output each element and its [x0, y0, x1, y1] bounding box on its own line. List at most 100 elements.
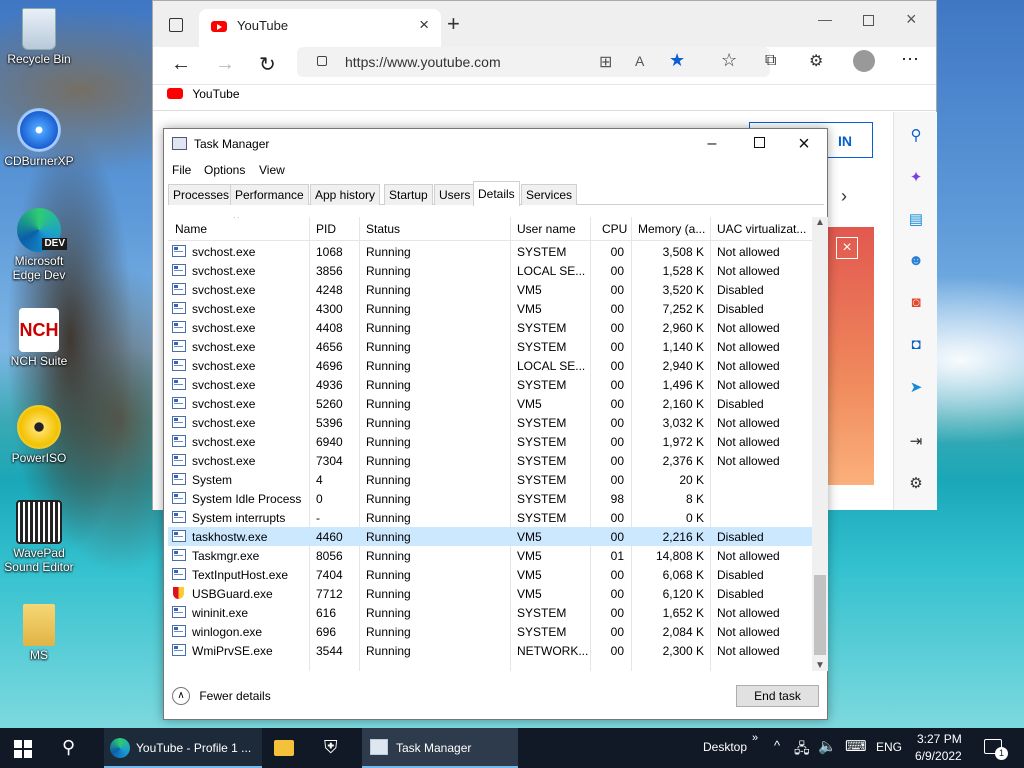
close-button[interactable]: ×: [784, 133, 824, 155]
more-menu-icon[interactable]: ⋯: [901, 49, 919, 70]
discover-icon[interactable]: ✦: [906, 168, 926, 188]
table-row[interactable]: svchost.exe 7304 Running SYSTEM 00 2,376 K Not…: [168, 451, 812, 470]
clock-time[interactable]: 3:27 PM: [917, 732, 962, 746]
toolbar-chevron-icon[interactable]: »: [752, 732, 758, 744]
new-tab-button[interactable]: +: [447, 13, 460, 35]
search-icon[interactable]: ⚲: [62, 737, 75, 758]
tab-users[interactable]: Users: [434, 184, 476, 205]
browser-tab-youtube[interactable]: YouTube ×: [199, 9, 441, 47]
table-row[interactable]: WmiPrvSE.exe 3544 Running NETWORK... 00 2,300…: [168, 641, 812, 660]
column-header-uac[interactable]: UAC virtualizat...: [717, 222, 806, 236]
send-icon[interactable]: ➤: [906, 378, 926, 398]
column-header-status[interactable]: Status: [366, 222, 400, 236]
tab-performance[interactable]: Performance: [230, 184, 309, 205]
bookmark-youtube[interactable]: YouTube: [167, 87, 240, 101]
show-hidden-icons-icon[interactable]: ^: [774, 738, 780, 753]
close-tab-icon[interactable]: ×: [419, 15, 429, 35]
keyboard-icon[interactable]: ⌨: [845, 737, 867, 755]
end-task-button[interactable]: End task: [736, 685, 819, 707]
maximize-icon[interactable]: [863, 15, 874, 26]
table-row[interactable]: System 4 Running SYSTEM 00 20 K: [168, 470, 812, 489]
start-button[interactable]: [14, 740, 32, 758]
column-header-cpu[interactable]: CPU: [602, 222, 627, 236]
menu-file[interactable]: File: [172, 163, 191, 177]
table-row[interactable]: System interrupts - Running SYSTEM 00 0 K: [168, 508, 812, 527]
column-header-pid[interactable]: PID: [316, 222, 336, 236]
profile-avatar[interactable]: [853, 50, 875, 72]
tools-icon[interactable]: ▤: [906, 210, 926, 230]
column-header-memory[interactable]: Memory (a...: [638, 222, 705, 236]
table-row[interactable]: svchost.exe 4936 Running SYSTEM 00 1,496 K Not…: [168, 375, 812, 394]
tab-details[interactable]: Details: [473, 181, 520, 206]
security-shield-icon[interactable]: ⛨: [324, 737, 338, 758]
minimize-button[interactable]: –: [692, 133, 732, 155]
search-icon[interactable]: ⚲: [906, 126, 926, 146]
table-row[interactable]: svchost.exe 4300 Running VM5 00 7,252 K Disabl…: [168, 299, 812, 318]
menu-options[interactable]: Options: [204, 163, 245, 177]
desktop-icon-cdburnerxp[interactable]: CDBurnerXP: [4, 108, 74, 168]
menu-view[interactable]: View: [259, 163, 285, 177]
table-row[interactable]: svchost.exe 1068 Running SYSTEM 00 3,508 K Not…: [168, 242, 812, 261]
taskbar-item-task-manager[interactable]: Task Manager: [362, 728, 518, 768]
outlook-icon[interactable]: ◘: [906, 336, 926, 356]
table-row[interactable]: wininit.exe 616 Running SYSTEM 00 1,652 K Not …: [168, 603, 812, 622]
desktop-toolbar-label[interactable]: Desktop: [703, 740, 747, 754]
tab-app-history[interactable]: App history: [310, 184, 381, 205]
scroll-up-arrow-icon[interactable]: ▲: [815, 217, 825, 228]
refresh-icon[interactable]: ↻: [259, 52, 276, 77]
taskbar-item-edge[interactable]: YouTube - Profile 1 ...: [104, 728, 262, 768]
table-row[interactable]: taskhostw.exe 4460 Running VM5 00 2,216 K Disa…: [168, 527, 812, 546]
favorites-icon[interactable]: ☆: [721, 50, 737, 71]
back-icon[interactable]: ←: [171, 53, 191, 76]
tab-actions-icon[interactable]: [169, 18, 183, 32]
maximize-button[interactable]: [739, 133, 779, 155]
desktop-icon-wavepad[interactable]: WavePad Sound Editor: [4, 500, 74, 574]
table-row[interactable]: svchost.exe 6940 Running SYSTEM 00 1,972 K Not…: [168, 432, 812, 451]
volume-icon[interactable]: 🔈: [818, 737, 837, 755]
table-row[interactable]: winlogon.exe 696 Running SYSTEM 00 2,084 K Not…: [168, 622, 812, 641]
table-row[interactable]: svchost.exe 4696 Running LOCAL SE... 00 2,940…: [168, 356, 812, 375]
table-row[interactable]: USBGuard.exe 7712 Running VM5 00 6,120 K Disab…: [168, 584, 812, 603]
fewer-details-button[interactable]: ∧ Fewer details: [172, 687, 271, 705]
collections-icon[interactable]: ⧉: [765, 52, 776, 70]
table-row[interactable]: TextInputHost.exe 7404 Running VM5 00 6,068 K…: [168, 565, 812, 584]
scrollbar-thumb[interactable]: [814, 575, 826, 655]
games-icon[interactable]: ☻: [906, 252, 926, 272]
table-row[interactable]: svchost.exe 4656 Running SYSTEM 00 1,140 K Not…: [168, 337, 812, 356]
table-row[interactable]: svchost.exe 4408 Running SYSTEM 00 2,960 K Not…: [168, 318, 812, 337]
column-header-user-name[interactable]: User name: [517, 222, 576, 236]
settings-gear-icon[interactable]: ⚙: [906, 474, 926, 494]
desktop-icon-recycle-bin[interactable]: Recycle Bin: [4, 8, 74, 66]
sidebar-collapse-icon[interactable]: ⇥: [906, 432, 926, 452]
file-explorer-icon[interactable]: [274, 740, 294, 756]
office-icon[interactable]: ◙: [906, 294, 926, 314]
scroll-down-arrow-icon[interactable]: ▼: [815, 660, 825, 671]
tab-services[interactable]: Services: [521, 184, 578, 205]
read-aloud-icon[interactable]: A: [635, 53, 644, 69]
desktop-icon-ms[interactable]: MS: [4, 604, 74, 662]
table-row[interactable]: svchost.exe 3856 Running LOCAL SE... 00 1,528…: [168, 261, 812, 280]
language-indicator[interactable]: ENG: [876, 740, 902, 754]
table-row[interactable]: Taskmgr.exe 8056 Running VM5 01 14,808 K Not a…: [168, 546, 812, 565]
favorite-star-icon[interactable]: ★: [669, 50, 685, 71]
table-row[interactable]: svchost.exe 5396 Running SYSTEM 00 3,032 K Not…: [168, 413, 812, 432]
minimize-icon[interactable]: —: [818, 11, 832, 27]
close-window-icon[interactable]: ×: [906, 9, 917, 30]
table-row[interactable]: svchost.exe 4248 Running VM5 00 3,520 K Disabl…: [168, 280, 812, 299]
column-header-name[interactable]: Name: [175, 222, 207, 236]
desktop-icon-poweriso[interactable]: PowerISO: [4, 405, 74, 465]
forward-icon[interactable]: →: [215, 53, 235, 76]
address-bar[interactable]: https://www.youtube.com ⊞ A ★: [297, 47, 770, 77]
clock-date[interactable]: 6/9/2022: [915, 749, 962, 763]
table-row[interactable]: System Idle Process 0 Running SYSTEM 98 8 K: [168, 489, 812, 508]
extensions-icon[interactable]: ⚙: [809, 51, 823, 71]
network-icon[interactable]: 🖧: [794, 738, 810, 762]
tab-processes[interactable]: Processes: [168, 184, 235, 205]
desktop-icon-edge-dev[interactable]: DEV Microsoft Edge Dev: [4, 208, 74, 282]
close-ad-icon[interactable]: ×: [836, 237, 858, 259]
desktop-icon-nch-suite[interactable]: NCH NCH Suite: [4, 308, 74, 368]
tab-startup[interactable]: Startup: [384, 184, 433, 205]
apps-icon[interactable]: ⊞: [599, 52, 612, 72]
vertical-scrollbar[interactable]: ▲ ▼: [812, 217, 828, 671]
chevron-right-icon[interactable]: ›: [841, 186, 847, 207]
